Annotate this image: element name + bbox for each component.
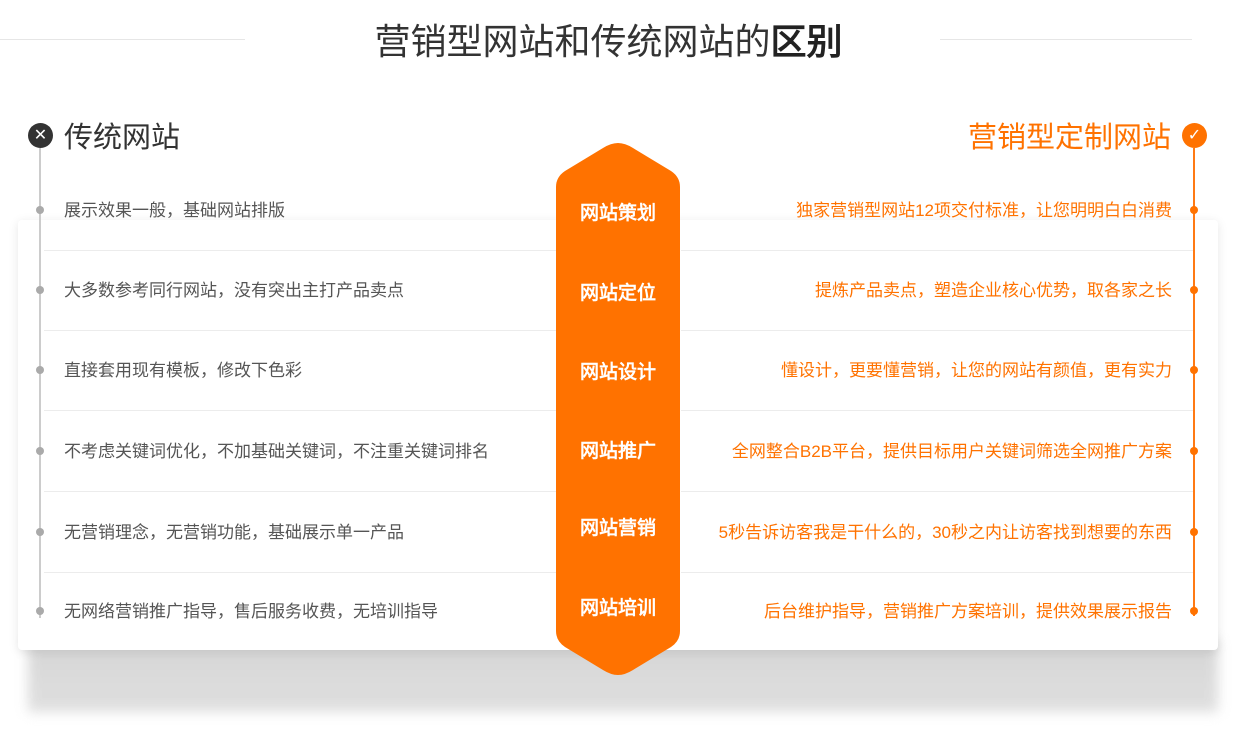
marketing-point: 5秒告诉访客我是干什么的，30秒之内让访客找到想要的东西 (718, 523, 1172, 542)
stage-label: 网站定位 (579, 283, 656, 304)
stage-label: 网站培训 (579, 598, 656, 619)
stage-label: 网站策划 (579, 203, 656, 224)
marketing-point: 提炼产品卖点，塑造企业核心优势，取各家之长 (815, 281, 1172, 300)
traditional-point: 直接套用现有模板，修改下色彩 (64, 361, 302, 380)
page-title: 营销型网站和传统网站的区别 (0, 18, 1217, 66)
traditional-point: 不考虑关键词优化，不加基础关键词，不注重关键词排名 (64, 442, 489, 461)
marketing-bullet (1190, 286, 1198, 294)
traditional-heading-label: 传统网站 (64, 122, 181, 154)
row-divider (681, 410, 1193, 411)
marketing-heading-label: 营销型定制网站 (967, 122, 1171, 154)
marketing-bullet (1190, 206, 1198, 214)
traditional-bullet (36, 366, 44, 374)
marketing-heading: 营销型定制网站 ✓ (968, 115, 1207, 155)
marketing-bullet (1190, 447, 1198, 455)
marketing-point: 后台维护指导，营销推广方案培训，提供效果展示报告 (764, 602, 1172, 621)
marketing-bullet (1190, 528, 1198, 536)
marketing-bullet (1190, 607, 1198, 615)
close-icon: ✕ (28, 122, 53, 148)
traditional-bullet (36, 447, 44, 455)
page-title-bold: 区别 (770, 21, 843, 62)
traditional-bullet (36, 206, 44, 214)
stage-banner: 网站策划网站定位网站设计网站推广网站营销网站培训 (555, 141, 681, 677)
traditional-bullet (36, 607, 44, 615)
marketing-point: 独家营销型网站12项交付标准，让您明明白白消费 (796, 201, 1172, 220)
traditional-bullet (36, 528, 44, 536)
traditional-point: 大多数参考同行网站，没有突出主打产品卖点 (64, 281, 404, 300)
stage-label: 网站营销 (579, 518, 656, 539)
marketing-point: 懂设计，更要懂营销，让您的网站有颜值，更有实力 (781, 361, 1172, 380)
stage-label: 网站推广 (579, 441, 656, 462)
marketing-point: 全网整合B2B平台，提供目标用户关键词筛选全网推广方案 (731, 442, 1172, 461)
row-divider (44, 491, 556, 492)
row-divider (681, 491, 1193, 492)
row-divider (44, 410, 556, 411)
traditional-point: 展示效果一般，基础网站排版 (64, 201, 285, 220)
check-icon: ✓ (1182, 122, 1207, 148)
traditional-point: 无营销理念，无营销功能，基础展示单一产品 (64, 523, 404, 542)
stage-label: 网站设计 (579, 362, 656, 383)
page-title-normal: 营销型网站和传统网站的 (374, 21, 771, 62)
marketing-bullet (1190, 366, 1198, 374)
traditional-heading: ✕ 传统网站 (28, 115, 180, 155)
traditional-point: 无网络营销推广指导，售后服务收费，无培训指导 (64, 602, 438, 621)
traditional-bullet (36, 286, 44, 294)
